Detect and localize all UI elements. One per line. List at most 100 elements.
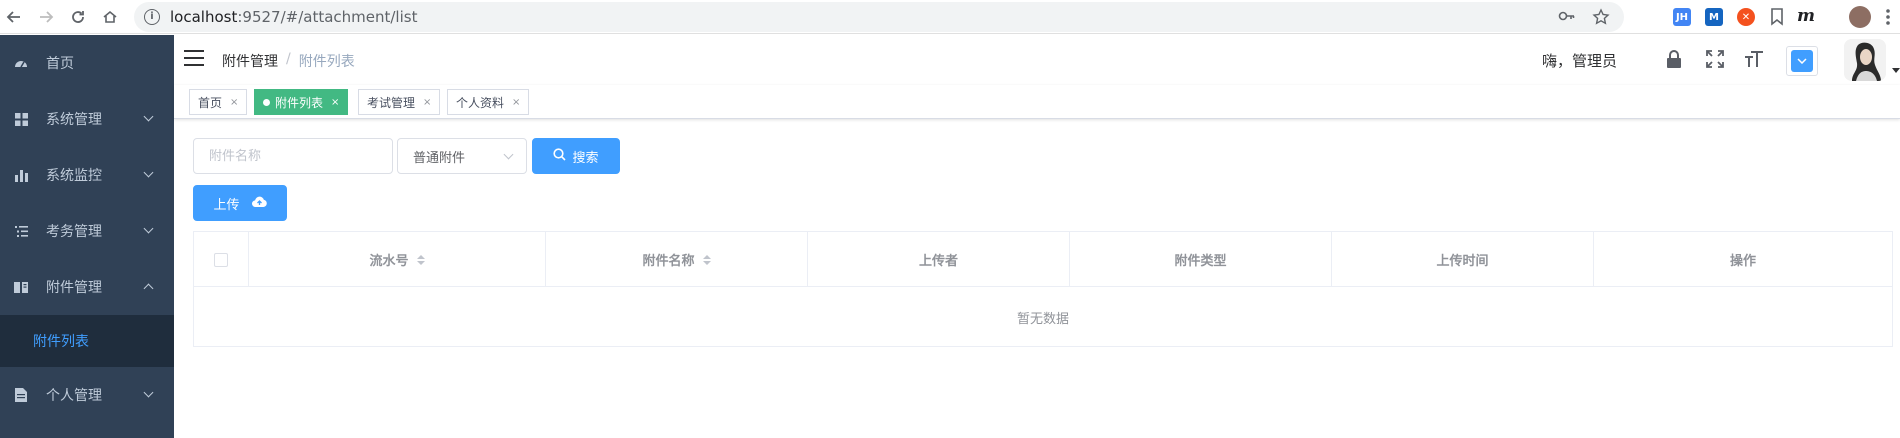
sidebar-item-label: 系统监控 [46, 168, 102, 184]
cloud-upload-icon [251, 196, 267, 211]
sort-icon[interactable] [702, 254, 711, 265]
sidebar-item-label: 首页 [46, 56, 74, 72]
tag-label: 考试管理 [367, 95, 416, 110]
back-icon[interactable] [0, 3, 28, 31]
column-header-label: 上传者 [918, 254, 958, 269]
sidebar-item-label: 附件管理 [46, 280, 102, 296]
sidebar-item-attachment-list[interactable]: 附件列表 [0, 315, 174, 367]
tags-view: 首页 × 附件列表 × 考试管理 × 个人资料 × [174, 85, 1900, 119]
m-extension-icon[interactable]: M [1705, 8, 1723, 26]
search-icon [553, 147, 567, 165]
chevron-down-icon [143, 223, 154, 234]
sidebar-item-home[interactable]: 首页 [0, 35, 174, 91]
breadcrumb: 附件管理 / 附件列表 [222, 51, 355, 71]
fullscreen-icon[interactable] [1705, 49, 1725, 69]
table-header: 流水号 附件名称 上传者 附件类型 上传时间 操作 [194, 232, 1892, 287]
breadcrumb-item-current: 附件列表 [298, 54, 355, 70]
chevron-up-icon [143, 283, 154, 294]
sidebar-item-label: 考务管理 [46, 224, 102, 240]
column-header-type: 附件类型 [1070, 232, 1332, 287]
greeting-text: 嗨，管理员 [1542, 52, 1618, 70]
column-header-uploader: 上传者 [808, 232, 1070, 287]
sidebar-item-personal-management[interactable]: 个人管理 [0, 367, 174, 423]
column-header-serial[interactable]: 流水号 [249, 232, 546, 287]
upload-button[interactable]: 上传 [193, 185, 287, 221]
bar-chart-icon [14, 168, 28, 182]
column-header-label: 操作 [1729, 254, 1756, 269]
tag-label: 附件列表 [275, 95, 324, 110]
chevron-down-icon [143, 111, 154, 122]
forward-icon[interactable] [32, 3, 60, 31]
close-icon[interactable]: × [230, 97, 238, 108]
sort-icon[interactable] [416, 254, 425, 265]
size-select[interactable] [1786, 46, 1818, 76]
m-italic-extension-icon[interactable]: m [1797, 6, 1815, 26]
dashboard-icon [14, 56, 28, 70]
attachment-table: 流水号 附件名称 上传者 附件类型 上传时间 操作 暂无数据 [193, 231, 1893, 347]
column-header-label: 附件类型 [1174, 254, 1227, 269]
avatar[interactable] [1844, 39, 1886, 81]
column-header-label: 附件名称 [642, 254, 695, 269]
sidebar-item-label: 附件列表 [33, 334, 89, 350]
tag-label: 首页 [198, 95, 223, 110]
hamburger-icon[interactable] [184, 50, 204, 66]
chevron-down-icon [143, 167, 154, 178]
column-header-name[interactable]: 附件名称 [546, 232, 808, 287]
star-icon[interactable] [1592, 8, 1610, 30]
sidebar-item-system-monitor[interactable]: 系统监控 [0, 147, 174, 203]
chevron-down-icon [1791, 50, 1813, 72]
tag-attachment-list[interactable]: 附件列表 × [254, 89, 349, 115]
close-icon[interactable]: × [423, 97, 431, 108]
empty-state-text: 暂无数据 [1016, 312, 1069, 327]
bookmark-icon[interactable] [1770, 8, 1784, 30]
doc-icon [14, 388, 28, 402]
sidebar-item-exam-management[interactable]: 考务管理 [0, 203, 174, 259]
select-all-cell [194, 232, 249, 287]
book-icon [14, 280, 28, 294]
site-info-icon[interactable]: i [144, 9, 160, 25]
select-all-checkbox[interactable] [214, 252, 228, 267]
column-header-upload-time: 上传时间 [1332, 232, 1594, 287]
url-text: localhost:9527/#/attachment/list [170, 8, 418, 26]
home-icon[interactable] [96, 3, 124, 31]
attachment-name-input[interactable] [193, 138, 393, 174]
select-value: 普通附件 [413, 150, 466, 166]
sidebar: 首页 系统管理 系统监控 考务管理 附件管理 附件列表 个人管理 [0, 35, 174, 438]
navbar: 附件管理 / 附件列表 嗨，管理员 [174, 35, 1900, 85]
breadcrumb-separator: / [286, 51, 291, 67]
caret-down-icon[interactable] [1892, 68, 1900, 73]
upload-button-label: 上传 [213, 197, 240, 213]
tag-home[interactable]: 首页 × [189, 89, 248, 115]
list-icon [14, 224, 28, 238]
active-dot-icon [263, 98, 270, 106]
column-header-actions: 操作 [1594, 232, 1892, 287]
profile-avatar-icon[interactable] [1849, 6, 1871, 28]
address-bar[interactable]: i localhost:9527/#/attachment/list [134, 2, 1624, 32]
more-menu-icon[interactable] [1886, 8, 1890, 26]
browser-toolbar: i localhost:9527/#/attachment/list JH M … [0, 0, 1900, 34]
reload-icon[interactable] [64, 3, 92, 31]
sidebar-item-label: 个人管理 [46, 388, 102, 404]
chevron-down-icon [143, 387, 154, 398]
search-button[interactable]: 搜索 [532, 138, 620, 174]
column-header-label: 流水号 [369, 254, 409, 269]
sidebar-item-label: 系统管理 [46, 112, 102, 128]
orange-extension-icon[interactable]: ✕ [1737, 8, 1755, 26]
tag-personal-profile[interactable]: 个人资料 × [447, 89, 530, 115]
tag-exam-management[interactable]: 考试管理 × [358, 89, 441, 115]
grid-icon [14, 112, 28, 126]
search-button-label: 搜索 [572, 150, 599, 166]
jh-extension-icon[interactable]: JH [1673, 8, 1691, 26]
key-icon[interactable] [1558, 8, 1576, 30]
close-icon[interactable]: × [512, 97, 520, 108]
column-header-label: 上传时间 [1436, 254, 1489, 269]
attachment-type-select[interactable]: 普通附件 [397, 138, 527, 174]
font-size-icon[interactable] [1744, 49, 1764, 69]
chevron-down-icon [503, 149, 514, 160]
close-icon[interactable]: × [331, 97, 339, 108]
breadcrumb-item[interactable]: 附件管理 [222, 51, 278, 71]
sidebar-item-system-management[interactable]: 系统管理 [0, 91, 174, 147]
sidebar-item-attachment-management[interactable]: 附件管理 [0, 259, 174, 315]
tag-label: 个人资料 [456, 95, 505, 110]
lock-icon[interactable] [1664, 49, 1684, 69]
